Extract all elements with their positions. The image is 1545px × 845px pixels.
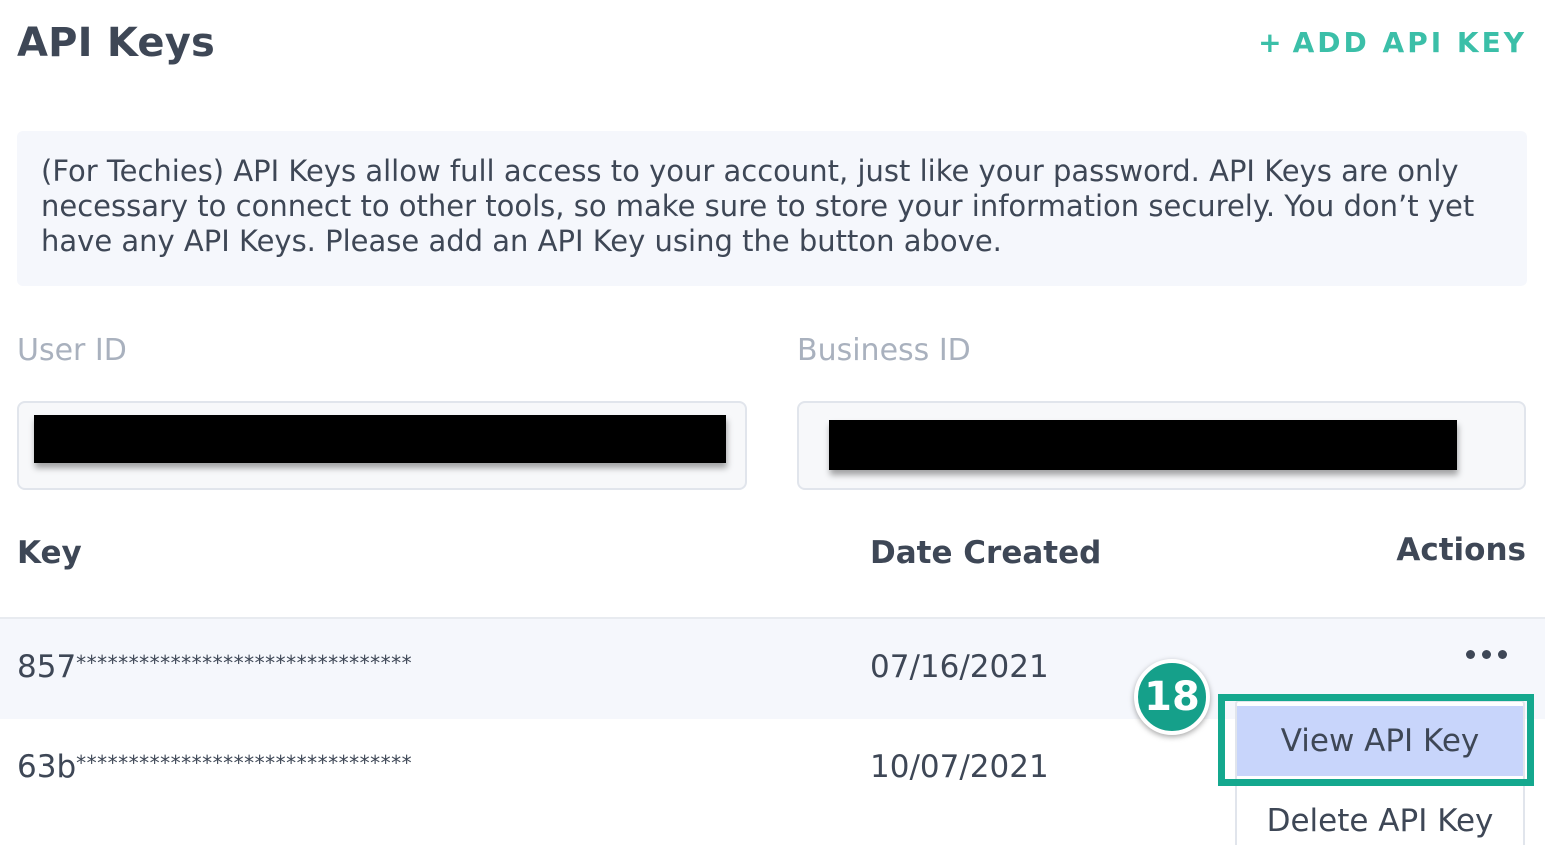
column-header-key: Key (17, 535, 82, 571)
column-header-actions: Actions (1396, 532, 1526, 568)
business-id-label: Business ID (797, 333, 971, 368)
key-prefix: 63b (17, 749, 77, 785)
key-cell: 63b******************************** (17, 749, 412, 785)
key-mask: ******************************** (76, 751, 413, 775)
business-id-field[interactable] (797, 401, 1526, 490)
key-prefix: 857 (17, 649, 77, 685)
step-number-badge: 18 (1134, 659, 1210, 735)
key-mask: ******************************** (76, 651, 413, 675)
add-api-key-label: ADD API KEY (1292, 26, 1527, 59)
business-id-redaction (829, 420, 1457, 470)
info-box: (For Techies) API Keys allow full access… (17, 131, 1527, 286)
column-header-date-created: Date Created (870, 535, 1102, 571)
more-horizontal-icon (1466, 650, 1507, 659)
date-cell: 07/16/2021 (870, 649, 1049, 685)
view-api-key-menu-item[interactable]: View API Key (1237, 706, 1523, 776)
actions-dropdown-menu: View API Key Delete API Key (1235, 700, 1525, 845)
add-api-key-button[interactable]: + ADD API KEY (1258, 26, 1527, 59)
key-cell: 857******************************** (17, 649, 412, 685)
user-id-field[interactable] (17, 401, 747, 490)
page-title: API Keys (17, 20, 215, 66)
more-actions-button[interactable] (1466, 650, 1507, 659)
user-id-redaction (34, 415, 726, 463)
date-cell: 10/07/2021 (870, 749, 1049, 785)
info-text: (For Techies) API Keys allow full access… (41, 154, 1475, 258)
delete-api-key-menu-item[interactable]: Delete API Key (1237, 786, 1523, 845)
plus-icon: + (1258, 26, 1285, 59)
user-id-label: User ID (17, 333, 127, 368)
